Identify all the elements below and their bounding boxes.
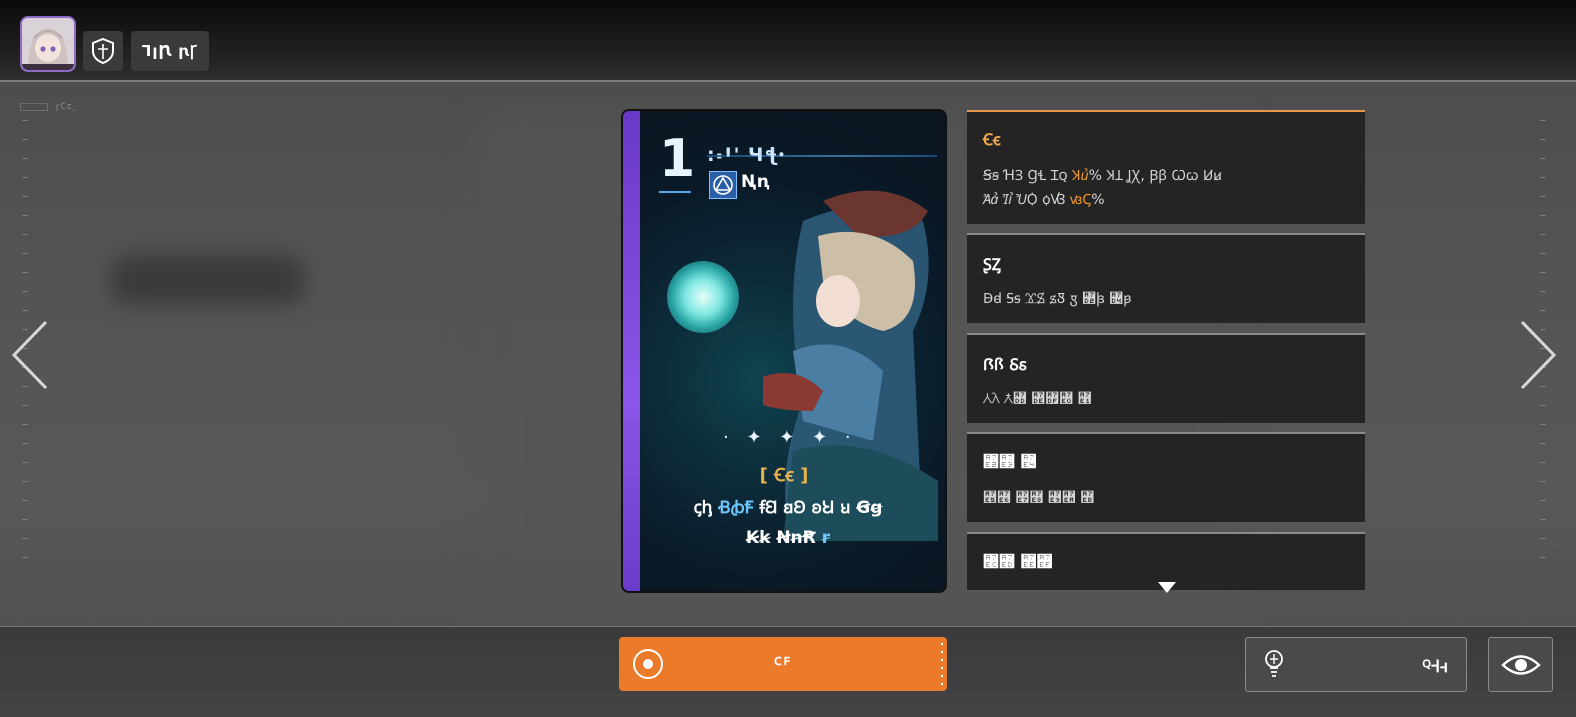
detail-title: ꟅꟆ <box>983 255 1001 274</box>
background-blur-pill <box>110 255 305 305</box>
top-bar: ꞀꞁꞂ ꞃꞄ <box>0 0 1576 82</box>
hint-button[interactable]: ꟴꟵꟶ <box>1245 637 1467 692</box>
card-cost-underline <box>659 191 691 193</box>
shield-icon <box>92 37 114 65</box>
card-illustration <box>763 190 938 541</box>
view-button[interactable] <box>1488 637 1553 692</box>
detail-title: Ꟗꟗ Ꟙꟙ <box>983 355 1027 374</box>
hint-label: ꟴꟵꟶ <box>1422 657 1448 677</box>
card-type-icon <box>709 171 737 199</box>
detail-text: Ꟛꟛ Ƛ꟝ ꟞꟟꟠ ꟡ <box>983 391 1092 407</box>
card-name: ꞉꞊Ꞌꞌ Ɥꞎꞏ <box>707 144 786 166</box>
card-cost: 1 <box>659 129 696 189</box>
detail-title: ꟢꟣ ꟤ <box>983 452 1037 471</box>
primary-action-button[interactable]: ꟲꟳ <box>619 637 947 691</box>
detail-title: Ꞓꞓ <box>983 130 1001 149</box>
card-description: ꞔꞕ ꞖꞗꞘ ꞙꞚ ꞛꞜ ꞝꞞ ꞟ Ꞡꞡ Ꞣꞣ ꞤꞥꞦ ꞧ <box>693 498 883 548</box>
target-icon <box>633 649 663 679</box>
chevron-right-icon[interactable] <box>1516 318 1560 392</box>
eye-icon <box>1500 654 1541 675</box>
card-stripe <box>623 111 640 591</box>
card-keyword: [ Ꞓꞓ ] <box>759 465 809 486</box>
shield-button[interactable] <box>83 31 123 71</box>
primary-action-label: ꟲꟳ <box>774 654 792 675</box>
chevron-left-icon[interactable] <box>8 318 52 392</box>
detail-panel-4: ꟢꟣ ꟤ ꟥꟦ ꟧꟨ ꟩꟪ ꟫ <box>967 432 1365 522</box>
detail-panel-3: Ꟗꟗ Ꟙꟙ Ꟛꟛ Ƛ꟝ ꟞꟟꟠ ꟡ <box>967 333 1365 423</box>
card-type-label: Ꞑꞑ <box>741 172 770 192</box>
tag-button[interactable]: ꞀꞁꞂ ꞃꞄ <box>131 31 209 71</box>
detail-panel-2: ꟅꟆ Ꟈꟈ Ꟊꟊ ꟋꟌ ꟍꟐ ꟑ ꟒ꟓ ꟔ꟕ <box>967 233 1365 323</box>
scroll-down-icon[interactable] <box>1158 582 1176 593</box>
lightbulb-icon <box>1265 650 1283 677</box>
detail-text: Ꟈꟈ Ꟊꟊ ꟋꟌ ꟍꟐ ꟑ ꟒ꟓ ꟔ꟕ <box>983 291 1132 307</box>
detail-title: ꟬꟭ ꟮꟯ <box>983 552 1053 571</box>
side-label: ꞅꞆꞇꞈ <box>20 99 77 112</box>
button-decoration <box>941 643 943 685</box>
detail-text: Ꞩꞩ ꞪꞫ ꞬꞭ Ɪꞯ Ʞꞿ% ꞰꞱ ꞲꞳ, Ꞵꞵ Ꞷꞷ Ꞹꞹ Ꞻꞻ Ꞽꞽ ꞾꟀ… <box>983 168 1222 208</box>
card-divider: · ✦ ✦ ✦ · <box>723 427 857 448</box>
detail-text: ꟥꟦ ꟧꟨ ꟩꟪ ꟫ <box>983 490 1095 506</box>
avatar[interactable] <box>20 16 76 72</box>
card-orb <box>667 261 739 333</box>
card[interactable]: 1 ꞉꞊Ꞌꞌ Ɥꞎꞏ Ꞑꞑ · ✦ ✦ ✦ · [ Ꞓꞓ ] ꞔꞕ ꞖꞗꞘ ꞙꞚ… <box>621 109 947 593</box>
detail-panel-keyword: Ꞓꞓ Ꞩꞩ ꞪꞫ ꞬꞭ Ɪꞯ Ʞꞿ% ꞰꞱ ꞲꞳ, Ꞵꞵ Ꞷꞷ Ꞹꞹ Ꞻꞻ Ꞽꞽ… <box>967 110 1365 224</box>
